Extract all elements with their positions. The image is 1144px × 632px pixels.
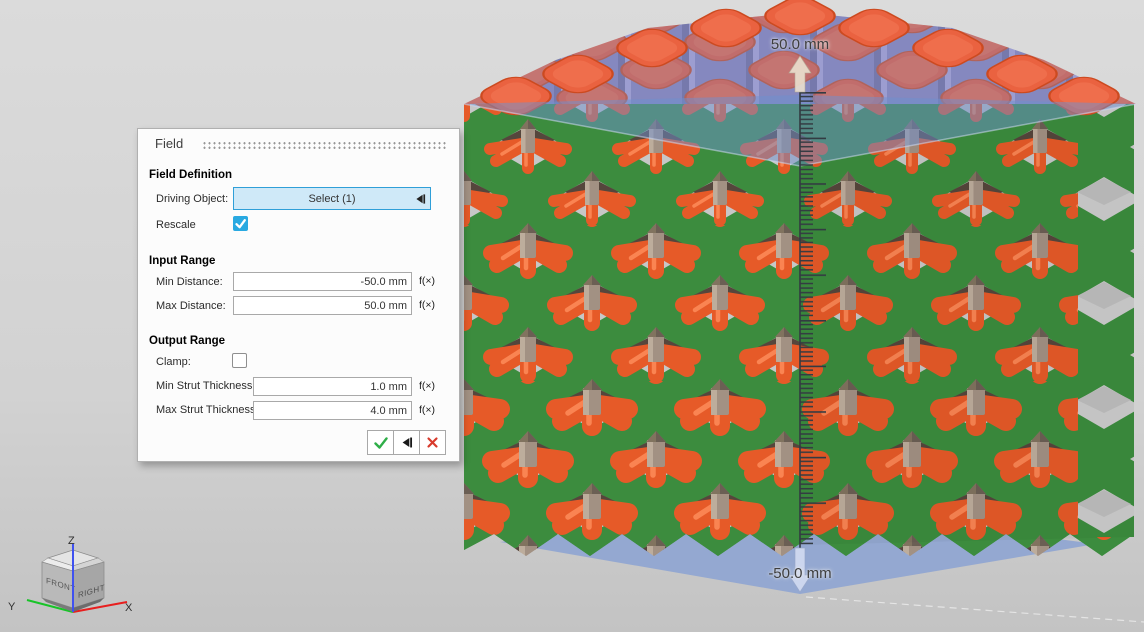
cancel-button[interactable] [419,430,446,455]
dialog-action-buttons [368,430,446,455]
min-distance-label: Min Distance: [156,276,223,288]
reset-icon [400,436,413,449]
view-cube[interactable]: FRONT RIGHT Z Y X [8,535,133,614]
section-input-range: Input Range [149,255,215,267]
confirm-check-icon [373,436,389,450]
max-distance-input[interactable] [233,296,412,315]
reset-selection-icon [414,193,426,208]
min-distance-fx-icon[interactable]: f(×) [419,275,435,287]
min-strut-thickness-label: Min Strut Thickness: [156,380,255,392]
floor-grid-line [806,597,1144,622]
reset-button[interactable] [393,430,420,455]
driving-object-select-label: Select (1) [308,193,355,205]
max-strut-thickness-label: Max Strut Thickness: [156,404,259,416]
driving-object-label: Driving Object: [156,193,228,205]
cancel-x-icon [426,436,439,449]
axis-z-label: Z [68,535,75,547]
section-output-range: Output Range [149,335,225,347]
clamp-label: Clamp: [156,356,191,368]
min-strut-fx-icon[interactable]: f(×) [419,380,435,392]
axis-x-label: X [125,602,133,614]
min-strut-thickness-input[interactable] [253,377,412,396]
axis-y-label: Y [8,601,16,613]
max-strut-fx-icon[interactable]: f(×) [419,404,435,416]
clamp-checkbox[interactable] [232,353,247,368]
dialog-drag-handle[interactable] [202,141,448,150]
dialog-title: Field [155,136,183,151]
rescale-checkbox[interactable] [233,216,248,231]
bottom-distance-annotation: -50.0 mm [748,565,852,582]
check-icon [234,217,247,230]
section-field-definition: Field Definition [149,169,232,181]
rescale-label: Rescale [156,219,196,231]
confirm-button[interactable] [367,430,394,455]
min-distance-input[interactable] [233,272,412,291]
distance-ruler [799,92,827,548]
field-dialog: Field Field Definition Driving Object: S… [137,128,460,462]
max-strut-thickness-input[interactable] [253,401,412,420]
max-distance-label: Max Distance: [156,300,226,312]
driving-object-select-button[interactable]: Select (1) [233,187,431,210]
application-window: FRONT RIGHT Z Y X 50.0 mm -50.0 mm Field… [0,0,1144,632]
max-distance-fx-icon[interactable]: f(×) [419,299,435,311]
top-distance-annotation: 50.0 mm [752,36,848,53]
